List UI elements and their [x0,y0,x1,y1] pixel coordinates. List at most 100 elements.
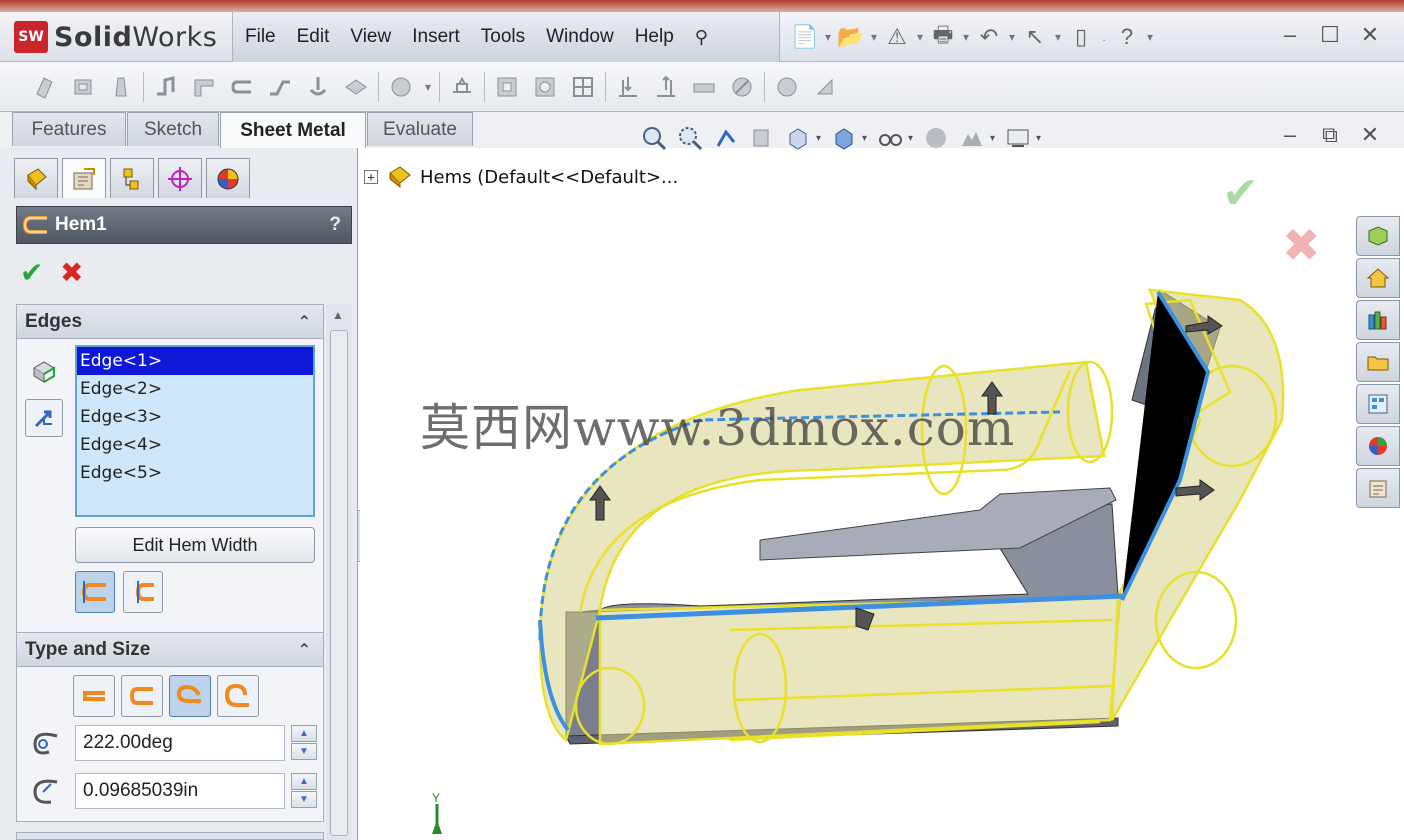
appearances-icon[interactable] [1356,426,1400,466]
angle-decrement-icon[interactable]: ▼ [291,743,317,760]
cancel-x-icon[interactable]: ✖ [60,256,92,288]
convert-to-sheet-metal-icon[interactable] [64,71,102,103]
radius-input[interactable] [75,773,285,809]
hem-rolled-button[interactable] [217,675,259,717]
select-dropdown-icon[interactable]: ▾ [1050,30,1066,44]
list-item[interactable]: Edge<4> [77,431,313,459]
jog-icon[interactable] [261,71,299,103]
feature-manager-tab[interactable] [14,158,58,198]
radius-decrement-icon[interactable]: ▼ [291,791,317,808]
no-bends-icon[interactable] [723,71,761,103]
new-document-icon[interactable]: 📄 [790,24,820,50]
property-manager-scrollbar[interactable]: ▲ [326,304,352,840]
new-dropdown-icon[interactable]: ▾ [820,30,836,44]
select-arrow-icon[interactable]: ↖ [1020,24,1050,50]
display-style-dropdown-icon[interactable]: ▾ [862,133,872,144]
hem-preview-model[interactable] [360,148,1404,840]
radius-increment-icon[interactable]: ▲ [291,773,317,790]
zoom-to-area-icon[interactable] [672,121,708,155]
flyout-feature-tree[interactable]: + Hems (Default<<Default>... [364,160,678,194]
bend-outside-button[interactable] [123,571,163,613]
hide-show-dropdown-icon[interactable]: ▾ [908,133,918,144]
extruded-cut-icon[interactable] [488,71,526,103]
tab-sheet-metal[interactable]: Sheet Metal [220,112,366,148]
help-icon[interactable]: ? [1112,24,1142,50]
apply-scene-dropdown-icon[interactable]: ▾ [990,133,1000,144]
configuration-manager-tab[interactable] [110,158,154,198]
type-and-size-header[interactable]: Type and Size ⌃ [17,633,323,667]
edge-flange-icon[interactable] [147,71,185,103]
undo-icon[interactable]: ↶ [974,24,1004,50]
print-dropdown-icon[interactable]: ▾ [958,30,974,44]
collapse-chevron-icon[interactable]: ⌃ [298,640,311,660]
home-icon[interactable] [1356,258,1400,298]
pin-menu-icon[interactable]: ⚲ [695,27,708,48]
list-item[interactable]: Edge<1> [77,347,313,375]
list-item[interactable]: Edge<2> [77,375,313,403]
hem-tear-drop-button[interactable] [169,675,211,717]
edit-appearance-icon[interactable] [918,121,954,155]
menu-insert[interactable]: Insert [412,26,460,48]
view-orientation-dropdown-icon[interactable]: ▾ [816,133,826,144]
hem-open-button[interactable] [121,675,163,717]
options-dropdown-icon[interactable]: . [1096,30,1112,44]
miter-flange-icon[interactable] [185,71,223,103]
list-item[interactable]: Edge<5> [77,459,313,487]
property-manager-tab[interactable] [62,158,106,198]
menu-edit[interactable]: Edit [297,26,330,48]
tab-sketch[interactable]: Sketch [127,112,219,146]
view-palette-icon[interactable] [1356,384,1400,424]
view-settings-icon[interactable] [1000,121,1036,155]
hem-closed-button[interactable] [73,675,115,717]
zoom-to-fit-icon[interactable] [636,121,672,155]
unfold-icon[interactable] [609,71,647,103]
closed-corner-icon[interactable] [382,71,420,103]
options-icon[interactable]: ▯ [1066,24,1096,50]
dimxpert-manager-tab[interactable] [158,158,202,198]
angle-input[interactable] [75,725,285,761]
tree-expand-icon[interactable]: + [364,170,378,184]
menu-view[interactable]: View [350,26,391,48]
angle-increment-icon[interactable]: ▲ [291,725,317,742]
insert-bends-icon[interactable] [806,71,844,103]
menu-window[interactable]: Window [546,26,614,48]
confirm-ok-icon[interactable]: ✔ [1222,168,1259,219]
reverse-direction-button[interactable] [25,399,63,437]
material-inside-button[interactable] [75,571,115,613]
solidworks-logo[interactable]: SW SolidWorks [14,20,217,54]
rip-icon[interactable] [768,71,806,103]
menu-help[interactable]: Help [635,26,674,48]
maximize-icon[interactable]: ☐ [1310,22,1350,48]
vent-icon[interactable] [564,71,602,103]
scroll-up-icon[interactable]: ▲ [332,308,344,322]
corner-dropdown-icon[interactable]: ▾ [420,80,436,94]
doc-minimize-icon[interactable]: – [1270,122,1310,148]
edge-selection-list[interactable]: Edge<1> Edge<2> Edge<3> Edge<4> Edge<5> [75,345,315,517]
list-item[interactable]: Edge<3> [77,403,313,431]
tab-evaluate[interactable]: Evaluate [367,112,473,146]
cross-break-icon[interactable] [337,71,375,103]
flatten-icon[interactable] [685,71,723,103]
previous-view-icon[interactable] [708,121,744,155]
print-icon[interactable]: 🖶 [928,18,958,56]
edges-group-header[interactable]: Edges ⌃ [17,305,323,339]
help-button[interactable]: ? [329,214,341,236]
custom-properties-icon[interactable] [1356,468,1400,508]
rebuild-icon[interactable]: ⚠ [882,24,912,50]
base-flange-icon[interactable] [26,71,64,103]
design-library-icon[interactable] [1356,300,1400,340]
open-icon[interactable]: 📂 [836,24,866,50]
rebuild-dropdown-icon[interactable]: ▾ [912,30,928,44]
view-orientation-icon[interactable] [780,121,816,155]
minimize-icon[interactable]: – [1270,22,1310,48]
menu-file[interactable]: File [245,26,276,48]
apply-scene-icon[interactable] [954,121,990,155]
doc-restore-icon[interactable]: ⧉ [1310,122,1350,148]
open-dropdown-icon[interactable]: ▾ [866,30,882,44]
tab-features[interactable]: Features [12,112,126,146]
doc-close-icon[interactable]: ✕ [1350,122,1390,148]
undo-dropdown-icon[interactable]: ▾ [1004,30,1020,44]
display-manager-tab[interactable] [206,158,250,198]
close-icon[interactable]: ✕ [1350,22,1390,48]
edit-hem-width-button[interactable]: Edit Hem Width [75,527,315,563]
